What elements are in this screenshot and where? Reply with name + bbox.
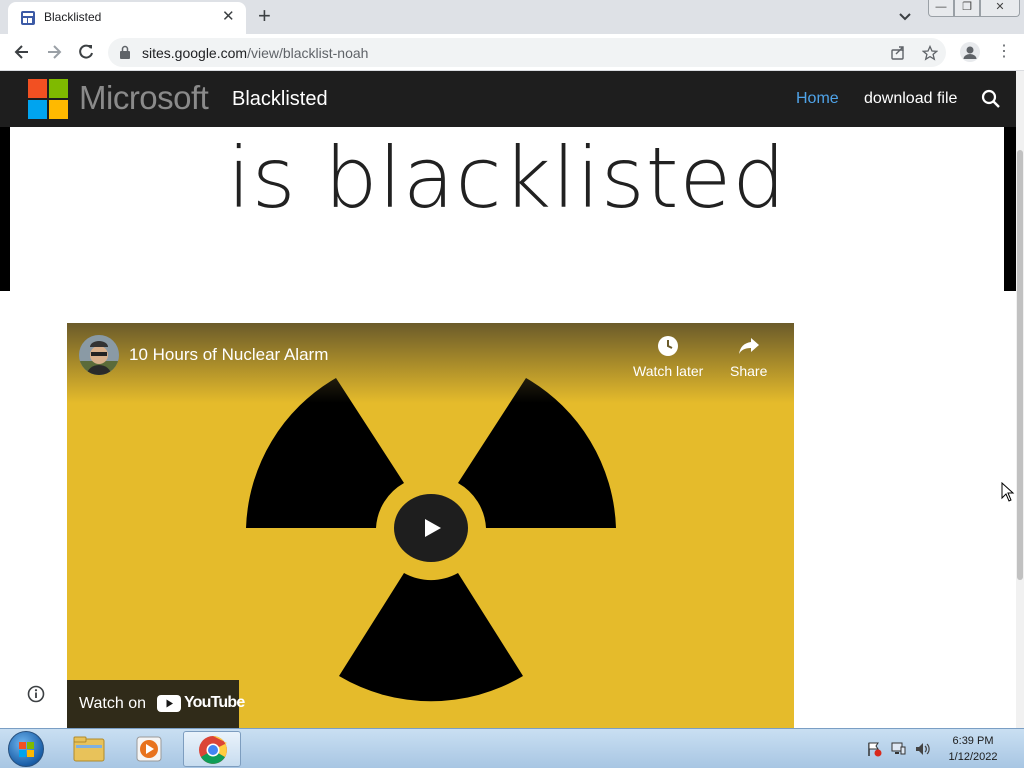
browser-toolbar: sites.google.com/view/blacklist-noah ⋮: [0, 34, 1024, 71]
nav-home[interactable]: Home: [796, 90, 839, 108]
url-text: sites.google.com/view/blacklist-noah: [142, 45, 368, 61]
bookmark-star-icon[interactable]: [922, 45, 938, 61]
hero-section: is blacklisted: [0, 127, 1016, 291]
microsoft-logo-icon[interactable]: [28, 79, 68, 119]
start-button[interactable]: [8, 731, 44, 767]
address-bar[interactable]: sites.google.com/view/blacklist-noah: [108, 38, 946, 67]
window-close-button[interactable]: ✕: [980, 0, 1020, 17]
site-header: Microsoft Blacklisted Home download file: [0, 71, 1016, 127]
hero-heading: is blacklisted: [227, 129, 787, 227]
clock-icon: [658, 336, 679, 356]
watch-on-youtube-button[interactable]: Watch on YouTube: [67, 680, 245, 728]
youtube-embed[interactable]: 10 Hours of Nuclear Alarm Watch later Sh…: [67, 323, 794, 728]
back-arrow-icon[interactable]: [12, 42, 32, 62]
reload-icon[interactable]: [76, 42, 96, 62]
page-scrollbar-thumb[interactable]: [1017, 150, 1023, 580]
clock-time: 6:39 PM: [952, 735, 994, 747]
info-icon[interactable]: [27, 685, 45, 703]
windows-taskbar: 6:39 PM 1/12/2022: [0, 728, 1024, 768]
window-controls: — ❐ ✕: [928, 0, 1020, 17]
minimize-button[interactable]: —: [928, 0, 954, 17]
action-center-flag-icon[interactable]: [866, 741, 882, 757]
media-player-icon: [136, 736, 162, 762]
url-host: sites.google.com: [142, 45, 248, 61]
search-icon[interactable]: [980, 88, 1002, 110]
network-icon[interactable]: [890, 741, 906, 757]
browser-menu-icon[interactable]: ⋮: [996, 42, 1012, 62]
tab-title: Blacklisted: [44, 10, 102, 24]
tab-search-chevron-icon[interactable]: [896, 7, 914, 25]
hero-panel: is blacklisted: [10, 127, 1004, 291]
chrome-icon: [199, 736, 227, 764]
site-title[interactable]: Blacklisted: [232, 88, 328, 111]
restore-button[interactable]: ❐: [954, 0, 980, 17]
share-button[interactable]: Share: [730, 335, 767, 379]
youtube-wordmark: YouTube: [184, 694, 245, 711]
play-icon: [425, 519, 441, 537]
share-label: Share: [730, 363, 768, 379]
system-clock[interactable]: 6:39 PM 1/12/2022: [940, 733, 1006, 765]
share-page-icon[interactable]: [890, 45, 906, 61]
forward-arrow-icon[interactable]: [44, 42, 64, 62]
youtube-logo-icon: [157, 695, 181, 712]
video-title[interactable]: 10 Hours of Nuclear Alarm: [129, 345, 328, 365]
windows-logo-icon: [19, 742, 34, 757]
mouse-cursor-icon: [1001, 482, 1015, 502]
tab-close-icon[interactable]: ✕: [222, 9, 235, 25]
nav-download-file[interactable]: download file: [864, 90, 957, 108]
tab-strip: Blacklisted ✕ + — ❐ ✕: [0, 0, 1024, 34]
channel-avatar[interactable]: [79, 335, 119, 375]
volume-icon[interactable]: [914, 741, 930, 757]
taskbar-media-player[interactable]: [120, 731, 178, 767]
watch-later-button[interactable]: Watch later: [633, 335, 703, 379]
watch-later-label: Watch later: [633, 363, 704, 379]
taskbar-chrome[interactable]: [183, 731, 241, 767]
taskbar-file-explorer[interactable]: [60, 731, 118, 767]
browser-tab-blacklisted[interactable]: Blacklisted ✕: [8, 2, 246, 34]
clock-date: 1/12/2022: [948, 751, 998, 763]
google-sites-favicon-icon: [21, 11, 35, 25]
folder-icon: [73, 736, 105, 762]
url-path: /view/blacklist-noah: [247, 45, 369, 61]
play-button[interactable]: [394, 494, 468, 562]
share-icon: [738, 338, 759, 354]
lock-icon: [120, 45, 130, 59]
profile-avatar-icon[interactable]: [960, 42, 980, 62]
new-tab-button[interactable]: +: [258, 4, 271, 28]
watch-on-label: Watch on: [79, 695, 146, 712]
brand-name[interactable]: Microsoft: [79, 79, 209, 117]
